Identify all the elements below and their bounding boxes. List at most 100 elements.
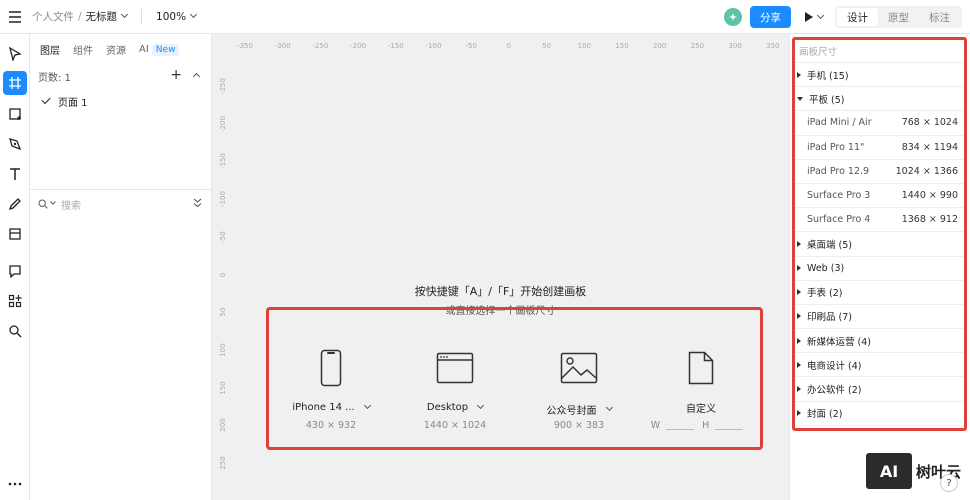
ruler-tick-label: 150 (219, 380, 227, 395)
category-label: 手表 (2) (807, 288, 843, 300)
preset-custom[interactable]: 自定义 W H (639, 310, 763, 447)
category-label: 印刷品 (7) (807, 312, 852, 324)
avatar[interactable] (724, 8, 742, 26)
device-ipad-pro-11[interactable]: iPad Pro 11" 834 × 1194 (795, 136, 964, 160)
category-watch[interactable]: 手表 (2) (795, 281, 964, 305)
add-page-icon[interactable]: + (170, 68, 182, 82)
device-dim: 1024 × 1366 (895, 165, 958, 177)
preset-iphone[interactable]: iPhone 14 ... 430 × 932 (269, 310, 393, 447)
category-web[interactable]: Web (3) (795, 257, 964, 281)
preset-wechat-cover[interactable]: 公众号封面 900 × 383 (517, 310, 641, 447)
ruler-vertical: -250 -200 -150 -100 -50 0 50 100 150 200 250 (212, 34, 230, 500)
tab-ai-label: AI (139, 43, 149, 55)
collapse-icon[interactable] (193, 198, 202, 208)
panel-tabs: 图层 组件 资源 AI New (30, 34, 211, 64)
ruler-tick-label: 250 (690, 42, 705, 50)
slice-tool-icon[interactable] (3, 222, 27, 246)
category-label: 桌面端 (5) (807, 239, 852, 251)
more-icon[interactable] (3, 472, 27, 496)
canvas[interactable]: -350 -300 -250 -200 -150 -100 -50 0 50 100 150 200 2… (212, 34, 789, 500)
move-tool-icon[interactable] (3, 42, 27, 66)
tab-ai[interactable]: AI New (139, 43, 180, 56)
tab-prototype[interactable]: 原型 (878, 8, 919, 26)
preset-size: 430 × 932 (305, 420, 357, 431)
chevron-down-icon[interactable] (605, 403, 613, 412)
ruler-tick-label: -150 (219, 153, 227, 170)
artboard-size-heading: 画板尺寸 (795, 40, 964, 63)
tab-annotate[interactable]: 标注 (919, 8, 960, 26)
device-surface-pro-3[interactable]: Surface Pro 3 1440 × 990 (795, 184, 964, 209)
device-name: Surface Pro 3 (807, 190, 871, 202)
category-cover[interactable]: 封面 (2) (795, 402, 964, 426)
preset-name: Desktop (426, 402, 469, 413)
caret-right-icon (797, 337, 801, 344)
ruler-tick-label: -250 (312, 42, 329, 50)
chevron-down-icon[interactable] (121, 10, 129, 19)
share-button[interactable]: 分享 (750, 6, 791, 28)
device-name: iPad Pro 12.9 (807, 165, 870, 177)
image-icon (517, 348, 641, 388)
ruler-tick-label: 50 (542, 42, 552, 50)
height-input[interactable] (715, 420, 744, 430)
chevron-down-icon[interactable] (50, 199, 56, 205)
custom-size-inputs: W H (639, 420, 763, 431)
device-ipad-pro-12[interactable]: iPad Pro 12.9 1024 × 1366 (795, 160, 964, 184)
category-print[interactable]: 印刷品 (7) (795, 305, 964, 330)
category-office[interactable]: 办公软件 (2) (795, 377, 964, 402)
rectangle-tool-icon[interactable] (3, 102, 27, 126)
right-panel: 画板尺寸 手机 (15) 平板 (5) iPad Mini / Air 768 ×… (789, 34, 970, 500)
width-input[interactable] (666, 420, 695, 430)
menu-icon[interactable] (0, 0, 30, 34)
category-label: Web (3) (807, 262, 845, 274)
device-dim: 768 × 1024 (901, 117, 958, 129)
category-tablet[interactable]: 平板 (5) (795, 87, 964, 112)
breadcrumb: 个人文件 / 无标题 (32, 9, 129, 24)
ruler-tick-label: -250 (219, 78, 227, 94)
caret-right-icon (797, 361, 801, 368)
caret-down-icon (797, 96, 803, 101)
ruler-tick-label: 200 (653, 42, 667, 50)
preset-size: 900 × 383 (553, 420, 605, 431)
ruler-tick-label: 100 (219, 343, 227, 357)
tab-layers[interactable]: 图层 (40, 42, 60, 57)
file-title[interactable]: 无标题 (86, 9, 118, 24)
ruler-tick-label: -150 (387, 42, 404, 50)
plugins-tool-icon[interactable] (3, 289, 27, 313)
text-tool-icon[interactable] (3, 162, 27, 186)
preset-name: 自定义 (686, 404, 716, 415)
frame-tool-icon[interactable] (3, 71, 27, 95)
device-surface-pro-4[interactable]: Surface Pro 4 1368 × 912 (795, 208, 964, 233)
search-tool-icon[interactable] (3, 319, 27, 343)
device-name: iPad Pro 11" (807, 141, 865, 153)
tab-design[interactable]: 设计 (837, 8, 878, 26)
artboard-size-list: 画板尺寸 手机 (15) 平板 (5) iPad Mini / Air 768 ×… (792, 37, 967, 431)
watermark-logo: AI (866, 453, 912, 489)
caret-right-icon (797, 410, 801, 417)
tab-components[interactable]: 组件 (73, 42, 93, 57)
ruler-horizontal: -350 -300 -250 -200 -150 -100 -50 0 50 100 150 200 2… (212, 34, 789, 52)
category-ecommerce[interactable]: 电商设计 (4) (795, 353, 964, 378)
tab-assets[interactable]: 资源 (106, 42, 126, 57)
category-new-media[interactable]: 新媒体运营 (4) (795, 329, 964, 354)
help-button[interactable]: ? (940, 474, 958, 492)
play-button[interactable] (805, 11, 825, 22)
category-desktop[interactable]: 桌面端 (5) (795, 232, 964, 257)
ruler-tick-label: -200 (350, 42, 367, 50)
ruler-tick-label: 100 (577, 42, 591, 50)
category-label: 新媒体运营 (4) (807, 336, 871, 348)
category-mobile[interactable]: 手机 (15) (795, 63, 964, 88)
comment-tool-icon[interactable] (3, 259, 27, 283)
zoom-dropdown[interactable]: 100% (156, 11, 198, 23)
device-ipad-mini[interactable]: iPad Mini / Air 768 × 1024 (795, 111, 964, 136)
chevron-down-icon[interactable] (363, 401, 371, 410)
chevron-up-icon[interactable] (192, 72, 201, 80)
pen-tool-icon[interactable] (3, 132, 27, 156)
breadcrumb-parent[interactable]: 个人文件 (32, 9, 74, 24)
divider (141, 8, 143, 25)
page-item[interactable]: 页面 1 (30, 88, 211, 114)
layer-search[interactable]: 搜索 (30, 194, 212, 214)
preset-desktop[interactable]: Desktop 1440 × 1024 (393, 310, 517, 447)
chevron-down-icon[interactable] (477, 401, 485, 410)
preset-name: 公众号封面 (546, 406, 597, 417)
pencil-tool-icon[interactable] (3, 192, 27, 216)
